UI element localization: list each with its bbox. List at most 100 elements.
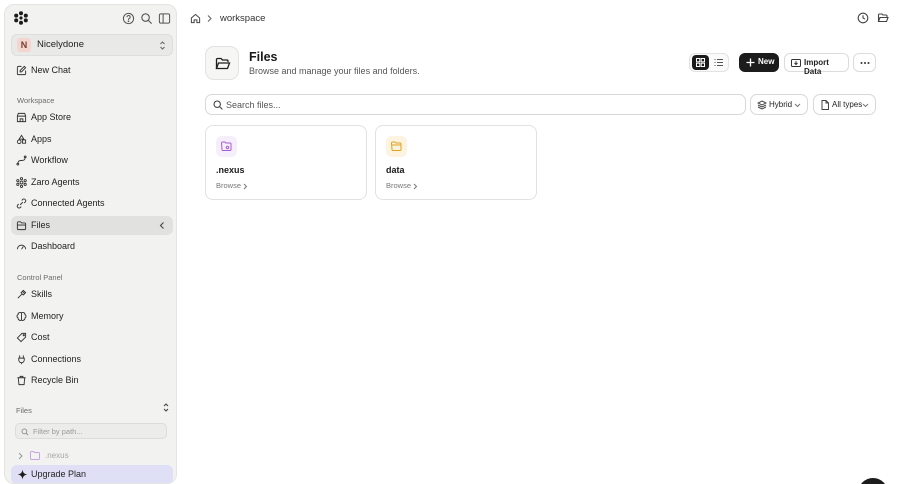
- new-chat-button[interactable]: New Chat: [11, 61, 173, 80]
- workspace-name: Nicelydone: [37, 39, 84, 50]
- sidebar-item-label: Apps: [31, 134, 52, 144]
- sidebar-item-label: Memory: [31, 311, 64, 321]
- sidebar-item-app-store[interactable]: App Store: [11, 108, 173, 127]
- sidebar-item-apps[interactable]: Apps: [11, 130, 173, 149]
- browse-link[interactable]: Browse: [216, 181, 241, 190]
- dashboard-icon: [16, 244, 27, 250]
- edit-icon: [16, 65, 27, 76]
- plus-icon: [746, 58, 755, 67]
- folder-icon: [30, 451, 40, 460]
- tree-item-nexus[interactable]: .nexus: [15, 449, 165, 463]
- list-view-button[interactable]: [710, 55, 727, 70]
- help-icon[interactable]: [122, 12, 135, 25]
- files-header-icon: [205, 46, 239, 80]
- workspace-avatar: N: [17, 38, 31, 52]
- page-title: Files: [249, 50, 278, 64]
- sidebar-item-connected-agents[interactable]: Connected Agents: [11, 194, 173, 213]
- search-icon[interactable]: [140, 12, 153, 25]
- apps-icon: [16, 134, 27, 145]
- search-icon: [21, 428, 29, 436]
- list-icon: [714, 59, 723, 66]
- cost-icon: [16, 332, 27, 343]
- more-options-button[interactable]: [853, 53, 876, 72]
- workspace-switcher[interactable]: N Nicelydone: [11, 34, 173, 56]
- sidebar-item-recycle-bin[interactable]: Recycle Bin: [11, 371, 173, 390]
- sidebar-item-workflow[interactable]: Workflow: [11, 151, 173, 170]
- search-files-field[interactable]: [205, 94, 746, 115]
- tree-item-label: .nexus: [45, 451, 69, 460]
- folder-open-icon[interactable]: [877, 12, 889, 24]
- filter-placeholder: Filter by path...: [33, 427, 83, 436]
- trash-icon: [17, 375, 26, 386]
- layers-icon: [757, 100, 767, 110]
- folder-name: .nexus: [216, 165, 245, 175]
- sidebar: N Nicelydone New Chat Workspace App Stor…: [4, 4, 177, 484]
- folder-badge: [216, 136, 237, 157]
- skills-icon: [17, 289, 27, 299]
- import-icon: [791, 59, 801, 67]
- import-data-label: Import Data: [804, 58, 829, 76]
- connections-icon: [18, 355, 25, 365]
- store-icon: [16, 112, 27, 123]
- folder-card-data[interactable]: data Browse: [375, 125, 537, 200]
- folder-icon: [391, 141, 402, 151]
- sidebar-item-zaro-agents[interactable]: Zaro Agents: [11, 173, 173, 192]
- chevron-left-icon[interactable]: [158, 221, 166, 230]
- chat-fab-button[interactable]: [858, 478, 888, 484]
- breadcrumb-current[interactable]: workspace: [220, 13, 265, 24]
- file-type-value: All types: [832, 100, 863, 109]
- sidebar-item-label: Skills: [31, 289, 53, 299]
- workflow-icon: [16, 155, 27, 166]
- sidebar-item-cost[interactable]: Cost: [11, 328, 173, 347]
- sidebar-item-label: Connected Agents: [31, 198, 105, 208]
- folder-card-nexus[interactable]: .nexus Browse: [205, 125, 367, 200]
- section-label-files: Files: [16, 406, 32, 415]
- section-label-control-panel: Control Panel: [17, 273, 63, 282]
- home-icon[interactable]: [190, 13, 201, 24]
- agents-icon: [16, 177, 27, 188]
- filter-by-path-field[interactable]: Filter by path...: [15, 423, 167, 439]
- app-logo-icon[interactable]: [14, 11, 28, 25]
- sidebar-item-label: Workflow: [31, 155, 68, 165]
- search-input[interactable]: [226, 97, 726, 112]
- sidebar-item-memory[interactable]: Memory: [11, 307, 173, 326]
- sidebar-item-label: Cost: [31, 332, 50, 342]
- sidebar-item-label: Zaro Agents: [31, 177, 80, 187]
- connected-agents-icon: [16, 198, 27, 209]
- import-data-button[interactable]: Import Data: [784, 53, 849, 76]
- memory-icon: [16, 312, 27, 321]
- upgrade-plan-label: Upgrade Plan: [31, 469, 87, 479]
- sidebar-item-label: Dashboard: [31, 241, 76, 251]
- new-button[interactable]: New: [739, 53, 779, 72]
- folder-badge: [386, 136, 407, 157]
- new-button-label: New: [758, 57, 775, 66]
- file-type-select[interactable]: All types: [813, 94, 876, 115]
- grid-view-button[interactable]: [692, 55, 709, 70]
- sidebar-item-label: Connections: [31, 354, 82, 364]
- chevron-right-icon[interactable]: [17, 452, 23, 460]
- chevron-down-icon: [794, 103, 801, 108]
- sidebar-item-label: Files: [31, 220, 51, 230]
- sidebar-item-label: Recycle Bin: [31, 375, 79, 385]
- sidebar-toggle-icon[interactable]: [158, 12, 171, 25]
- search-mode-select[interactable]: Hybrid: [750, 94, 808, 115]
- page-subtitle: Browse and manage your files and folders…: [249, 66, 420, 76]
- folder-name: data: [386, 165, 405, 175]
- document-icon: [821, 100, 829, 110]
- sidebar-item-skills[interactable]: Skills: [11, 285, 173, 304]
- chevron-up-down-icon[interactable]: [162, 402, 170, 413]
- chevron-up-down-icon: [160, 41, 165, 50]
- search-mode-value: Hybrid: [769, 100, 793, 109]
- folder-icon: [16, 221, 27, 231]
- sidebar-item-label: App Store: [31, 112, 72, 122]
- sidebar-top: [5, 5, 176, 33]
- more-horizontal-icon: [860, 62, 870, 64]
- history-icon[interactable]: [857, 12, 869, 24]
- sparkle-icon: [17, 469, 28, 480]
- view-toggle: [689, 53, 729, 72]
- sidebar-item-dashboard[interactable]: Dashboard: [11, 237, 173, 256]
- browse-link[interactable]: Browse: [386, 181, 411, 190]
- sidebar-item-files[interactable]: Files: [11, 216, 173, 235]
- sidebar-item-connections[interactable]: Connections: [11, 350, 173, 369]
- upgrade-plan-button[interactable]: Upgrade Plan: [11, 465, 173, 483]
